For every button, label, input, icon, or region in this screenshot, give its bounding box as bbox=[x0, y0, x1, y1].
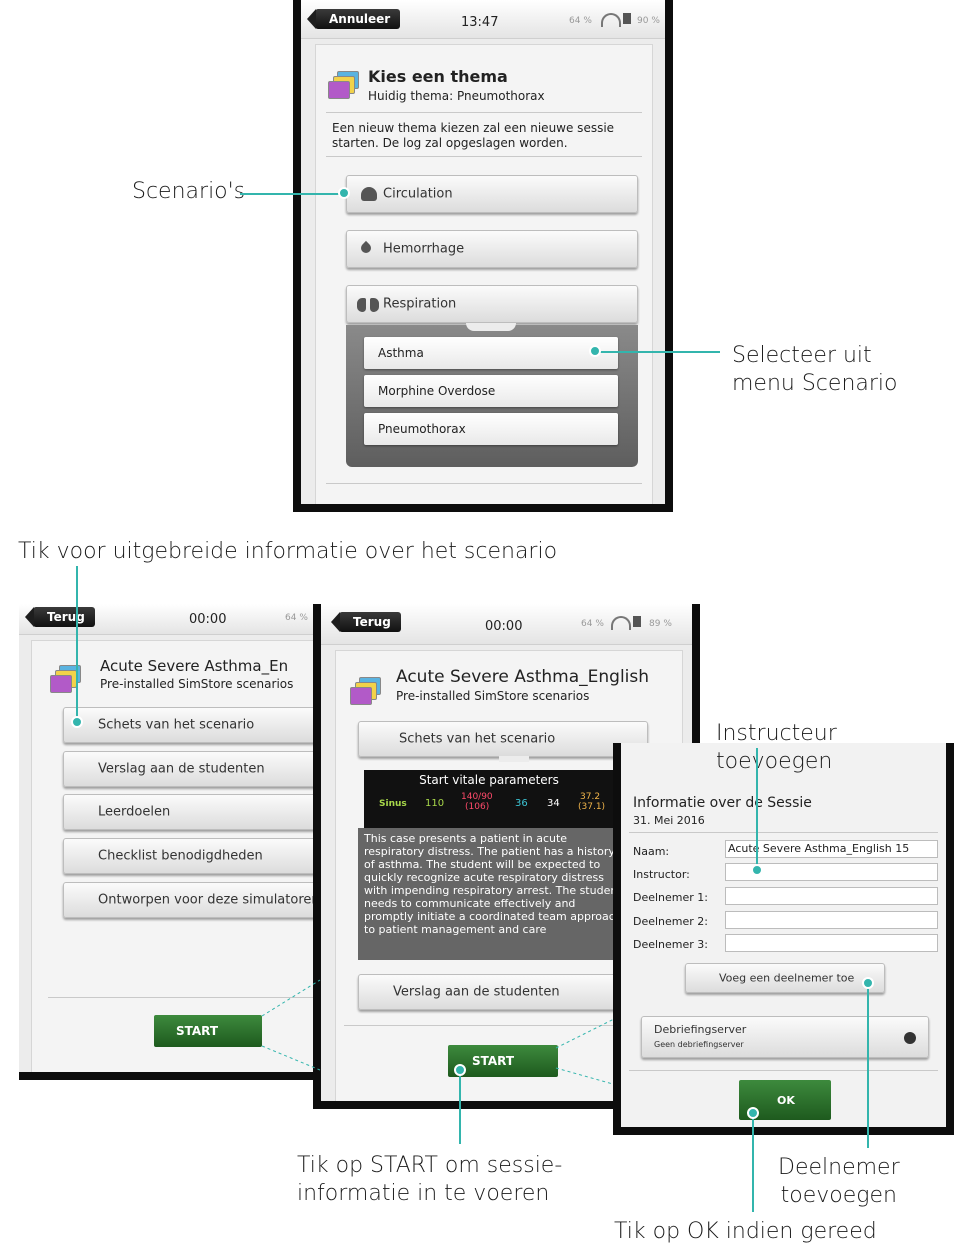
callout-dot bbox=[589, 345, 601, 357]
callout-dot bbox=[338, 187, 350, 199]
callout-line: menu Scenario bbox=[732, 371, 898, 396]
session-title: Informatie over de Sessie bbox=[633, 795, 812, 811]
field-label: Deelnemer 1: bbox=[633, 891, 709, 904]
participant-2-field[interactable] bbox=[725, 911, 938, 929]
participant-3-field[interactable] bbox=[725, 934, 938, 952]
callout-dot bbox=[454, 1064, 466, 1076]
callout-tap-info: Tik voor uitgebreide informatie over het… bbox=[18, 539, 558, 564]
leader-line bbox=[752, 1112, 754, 1212]
leader-line bbox=[596, 351, 720, 353]
callout-add-participant: Deelnemer toevoegen bbox=[778, 1154, 900, 1210]
field-label: Deelnemer 2: bbox=[633, 915, 709, 928]
add-participant-label: Voeg een deelnemer toe bbox=[719, 971, 855, 985]
divider bbox=[629, 1070, 938, 1071]
callout-dot bbox=[862, 977, 874, 989]
callout-line: Tik op START om sessie- bbox=[297, 1153, 563, 1178]
callout-select-menu: Selecteer uit menu Scenario bbox=[732, 342, 897, 398]
session-dialog: Informatie over de Sessie 31. Mei 2016 N… bbox=[621, 743, 946, 1127]
callout-tap-ok: Tik op OK indien gereed bbox=[614, 1219, 877, 1244]
callout-line: toevoegen bbox=[780, 1183, 897, 1208]
debrief-status: Geen debriefingserver bbox=[654, 1040, 744, 1049]
callout-line: informatie in te voeren bbox=[297, 1181, 550, 1206]
callout-line: Deelnemer bbox=[778, 1155, 900, 1180]
callout-scenarios: Scenario's bbox=[132, 179, 246, 204]
callout-line: Selecteer uit bbox=[732, 343, 872, 368]
callout-dot bbox=[71, 716, 83, 728]
field-label: Deelnemer 3: bbox=[633, 938, 709, 951]
divider bbox=[629, 832, 938, 833]
leader-line bbox=[76, 566, 78, 718]
debrief-title: Debriefingserver bbox=[654, 1023, 747, 1036]
leader-line bbox=[240, 193, 344, 195]
leader-line bbox=[867, 980, 869, 1148]
debriefing-server-button[interactable]: Debriefingserver Geen debriefingserver bbox=[641, 1016, 929, 1058]
participant-1-field[interactable] bbox=[725, 887, 938, 905]
callout-add-instructor: Instructeur toevoegen bbox=[716, 721, 837, 774]
leader-line bbox=[756, 748, 758, 866]
field-label: Instructor: bbox=[633, 868, 690, 881]
field-label: Naam: bbox=[633, 845, 670, 858]
ok-label: OK bbox=[777, 1094, 795, 1107]
camera-icon bbox=[904, 1032, 916, 1044]
callout-tap-start: Tik op START om sessie- informatie in te… bbox=[297, 1152, 562, 1208]
session-tablet: Informatie over de Sessie 31. Mei 2016 N… bbox=[613, 743, 954, 1135]
callout-dot bbox=[751, 864, 763, 876]
callout-dot bbox=[747, 1107, 759, 1119]
session-date: 31. Mei 2016 bbox=[633, 814, 705, 827]
leader-line bbox=[459, 1070, 461, 1144]
add-participant-button[interactable]: Voeg een deelnemer toe bbox=[685, 963, 885, 993]
